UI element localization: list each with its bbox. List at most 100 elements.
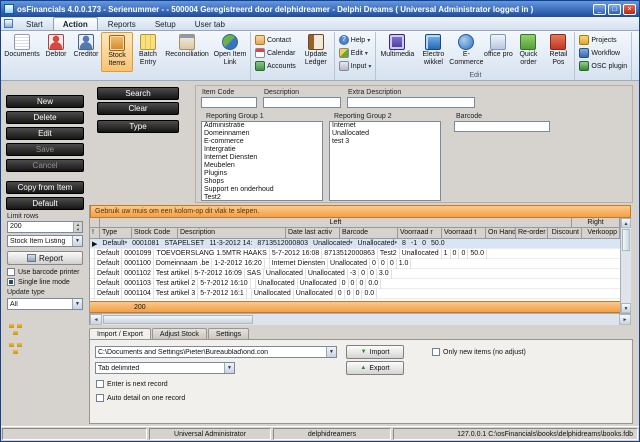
checkbox-box-checked[interactable]: [7, 278, 15, 286]
cell-re-order[interactable]: 0: [359, 269, 368, 279]
cell-re-order[interactable]: -1: [409, 239, 421, 249]
cell-voorraad-t[interactable]: Unallocated: [294, 289, 336, 299]
cell-voorraad-r[interactable]: Unallocated: [252, 289, 294, 299]
cell-voorraad-r[interactable]: Unallocated: [311, 239, 356, 249]
minimize-button[interactable]: _: [593, 3, 606, 15]
projects-button[interactable]: Projects: [576, 34, 630, 46]
electro-wikkel-button[interactable]: Electro wikkel: [417, 32, 449, 72]
cell-voorraad-r[interactable]: Internet Diensten: [270, 259, 329, 269]
workflow-button[interactable]: Workflow: [576, 47, 630, 59]
cell-discount[interactable]: 0: [354, 289, 363, 299]
extra-description-input[interactable]: [347, 97, 475, 108]
list-item[interactable]: Internet: [330, 122, 440, 130]
list-item[interactable]: Support en onderhoud: [202, 186, 322, 194]
open-item-link-button[interactable]: Open Item Link: [211, 32, 249, 72]
cell-on-hand[interactable]: 8: [400, 239, 409, 249]
cell-description[interactable]: TOEVOERSLANG 1.5MTR HAAKS: [154, 249, 270, 259]
reporting-group1-list[interactable]: Administratie Domeinnamen E-commerce Interg…: [201, 121, 323, 201]
scroll-down-icon[interactable]: ▼: [621, 303, 631, 313]
arrow-down-icon[interactable]: ▼: [74, 227, 82, 232]
chevron-down-icon[interactable]: ▼: [72, 236, 82, 246]
reconciliation-button[interactable]: Reconciliation: [163, 32, 211, 72]
import-button[interactable]: ▼ Import: [346, 345, 404, 359]
column-header[interactable]: Discount: [548, 228, 582, 239]
use-barcode-printer-checkbox[interactable]: Use barcode printer: [7, 268, 89, 276]
delete-button[interactable]: Delete: [6, 111, 84, 124]
checkbox-box[interactable]: [96, 394, 104, 402]
export-button[interactable]: ▲ Export: [346, 361, 404, 375]
cell-re-order[interactable]: 0: [345, 289, 354, 299]
list-item[interactable]: test 3: [330, 138, 440, 146]
cell-verkoopprijs[interactable]: 0.0: [366, 279, 382, 289]
cell-voorraad-t[interactable]: Unallocated: [306, 269, 348, 279]
cell-discount[interactable]: 0: [420, 239, 430, 249]
scroll-right-icon[interactable]: ►: [619, 314, 631, 325]
tab-action[interactable]: Action: [52, 17, 98, 30]
cell-verkoopprijs[interactable]: 50.0: [429, 239, 448, 249]
cell-verkoopprijs[interactable]: 3.0: [377, 269, 392, 279]
import-file-combobox[interactable]: C:\Documents and Settings\Pieter\Bureaub…: [95, 346, 337, 358]
barcode-input[interactable]: [454, 121, 550, 132]
column-header[interactable]: Voorraad t: [442, 228, 486, 239]
cell-barcode[interactable]: 8713512000803: [255, 239, 312, 249]
cell-type[interactable]: Default: [100, 239, 131, 249]
cell-description[interactable]: Domeinnaam .be: [154, 259, 213, 269]
table-row[interactable]: Default 0001102 Test artikel 5-7-2012 16…: [90, 269, 620, 279]
chevron-down-icon[interactable]: ▼: [72, 299, 82, 309]
update-ledger-button[interactable]: Update Ledger: [299, 32, 333, 72]
documents-button[interactable]: Documents: [3, 32, 41, 72]
scroll-left-icon[interactable]: ◄: [90, 314, 102, 325]
list-item[interactable]: Internet Diensten: [202, 154, 322, 162]
cell-re-order[interactable]: 0: [379, 259, 388, 269]
save-button[interactable]: Save: [6, 143, 84, 156]
scrollbar-thumb[interactable]: [622, 229, 630, 251]
cell-verkoopprijs[interactable]: 0.0: [362, 289, 378, 299]
cancel-button[interactable]: Cancel: [6, 159, 84, 172]
chevron-down-icon[interactable]: ▼: [224, 363, 234, 373]
close-button[interactable]: ×: [623, 3, 636, 15]
item-code-input[interactable]: [201, 97, 257, 108]
table-row[interactable]: ▶ Default 0001081 STAPELSET 11-3-2012 14…: [90, 239, 620, 249]
list-item[interactable]: Unallocated: [330, 130, 440, 138]
cell-on-hand[interactable]: -3: [348, 269, 360, 279]
search-button[interactable]: Search: [97, 87, 179, 100]
column-header[interactable]: Stock Code: [132, 228, 178, 239]
help-button[interactable]: Help: [336, 34, 375, 46]
clear-button[interactable]: Clear: [97, 102, 179, 115]
format-combobox[interactable]: Tab delimited ▼: [95, 362, 235, 374]
column-header[interactable]: Date last activ: [286, 228, 340, 239]
list-item[interactable]: Plugins: [202, 170, 322, 178]
cell-verkoopprijs[interactable]: 50.0: [468, 249, 487, 259]
office-pro-button[interactable]: office pro: [483, 32, 513, 72]
cell-stock-code[interactable]: 0001104: [122, 289, 154, 299]
listing-combobox[interactable]: Stock Item Listing ▼: [7, 235, 83, 247]
cell-on-hand[interactable]: 0: [336, 289, 345, 299]
cell-description[interactable]: Test artikel 2: [154, 279, 199, 289]
retail-pos-button[interactable]: Retail Pos: [543, 32, 573, 72]
cell-discount[interactable]: 0: [388, 259, 397, 269]
cell-date-last-active[interactable]: 5-7-2012 16:10: [198, 279, 251, 289]
calendar-button[interactable]: Calendar: [252, 47, 299, 59]
contact-button[interactable]: Contact: [252, 34, 299, 46]
stepper-arrows[interactable]: ▲ ▼: [73, 222, 82, 232]
chevron-down-icon[interactable]: ▼: [326, 347, 336, 357]
checkbox-box[interactable]: [7, 268, 15, 276]
reporting-group2-list[interactable]: Internet Unallocated test 3: [329, 121, 441, 201]
maximize-button[interactable]: □: [608, 3, 621, 15]
cell-voorraad-r[interactable]: Unallocated: [264, 269, 306, 279]
osc-plugin-button[interactable]: OSC plugin: [576, 60, 630, 72]
column-header[interactable]: On Hand: [486, 228, 516, 239]
cell-type[interactable]: Default: [95, 279, 123, 289]
cell-discount[interactable]: 0: [357, 279, 367, 289]
cell-type[interactable]: Default: [95, 289, 123, 299]
scroll-up-icon[interactable]: ▲: [621, 218, 631, 228]
enter-next-record-checkbox[interactable]: Enter is next record: [96, 380, 168, 388]
table-row[interactable]: Default 0001104 Test artikel 3 5-7-2012 …: [90, 289, 620, 299]
type-button[interactable]: Type: [97, 120, 179, 133]
cell-re-order[interactable]: 0: [451, 249, 460, 259]
batch-entry-button[interactable]: Batch Entry: [133, 32, 163, 72]
copy-from-item-button[interactable]: Copy from Item: [6, 181, 84, 194]
column-header[interactable]: Description: [178, 228, 286, 239]
cell-type[interactable]: Default: [95, 249, 123, 259]
cell-description[interactable]: Test artikel 3: [154, 289, 199, 299]
